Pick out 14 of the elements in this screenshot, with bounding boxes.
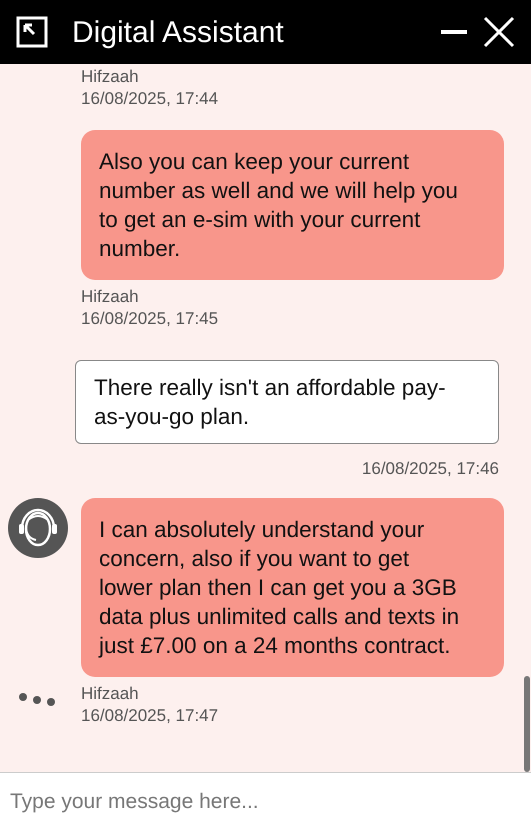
message-time: 16/08/2025, 17:47: [81, 704, 220, 726]
message-time: 16/08/2025, 17:46: [360, 458, 499, 480]
sender-name: Hifzaah: [81, 66, 140, 88]
sender-name: Hifzaah: [81, 682, 140, 704]
message-time: 16/08/2025, 17:44: [81, 88, 220, 110]
agent-message-bubble: Also you can keep your current number as well and we will help you to get an e-sim with your current number.: [81, 130, 504, 280]
user-message-bubble: There really isn't an affordable pay-as-you-go plan.: [75, 360, 499, 444]
window-title: Digital Assistant: [72, 14, 285, 50]
agent-message-bubble: I can absolutely understand your concern, also if you want to get lower plan then I can get you a 3GB data plus unlimited calls and texts in just £7.00 on a 24 months contract.: [81, 498, 504, 676]
close-button[interactable]: [483, 16, 515, 48]
sender-name: Hifzaah: [81, 286, 140, 308]
minimize-button[interactable]: [441, 29, 467, 35]
expand-button[interactable]: [16, 16, 48, 48]
message-time: 16/08/2025, 17:45: [81, 308, 220, 330]
